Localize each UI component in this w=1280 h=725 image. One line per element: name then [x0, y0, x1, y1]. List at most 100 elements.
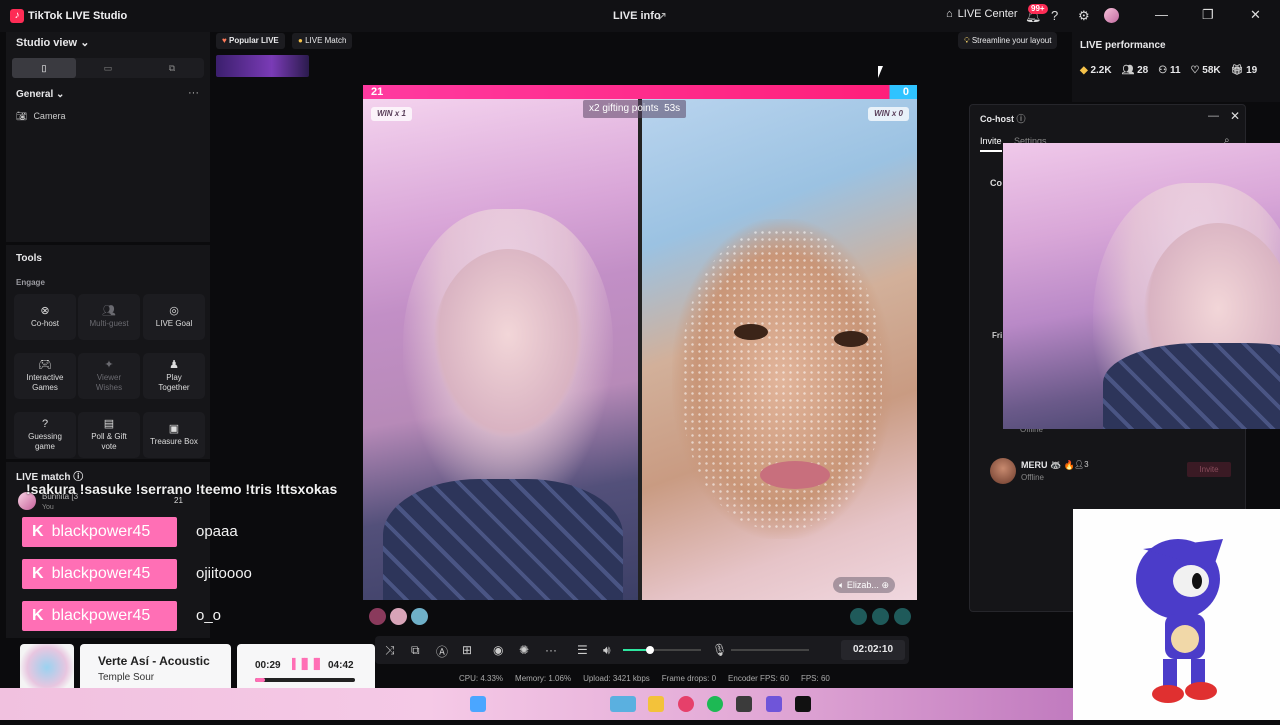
chevron-down-icon: ⌄	[80, 37, 90, 49]
mouse-cursor-icon	[878, 66, 888, 78]
gift-timer: 53s	[664, 103, 681, 114]
windows-start-icon[interactable]	[470, 696, 486, 712]
tool-poll[interactable]: ▤ Poll & Gift vote	[78, 412, 140, 458]
new-followers-icon: ⚇	[1158, 65, 1170, 76]
guest-slot-icon[interactable]	[850, 608, 867, 625]
perf-stat: ◆ 2.2K	[1080, 65, 1112, 76]
more-options-icon[interactable]: ···	[188, 87, 199, 99]
tiktok-taskbar-icon[interactable]	[795, 696, 811, 712]
tool-games[interactable]: 🎮︎ Interactive Games	[14, 353, 76, 399]
opponent-win-badge: WIN x 0	[868, 107, 909, 121]
tool-co-host[interactable]: ⊗ Co-host	[14, 294, 76, 340]
tool-multi-guest[interactable]: 👥︎ Multi-guest	[78, 294, 140, 340]
close-icon[interactable]: ✕	[1230, 109, 1240, 123]
friend-count-value: 3	[1084, 460, 1089, 469]
studio-view-dropdown[interactable]: Studio view ⌄	[16, 36, 89, 49]
promo-banner[interactable]	[216, 55, 309, 77]
tab-invite[interactable]: Invite	[980, 136, 1002, 152]
volume-knob[interactable]	[646, 646, 655, 654]
gift-pill-label: x2 gifting points	[589, 103, 659, 114]
sliders-icon[interactable]: ☰	[577, 643, 588, 657]
user-avatar[interactable]	[1104, 8, 1119, 23]
info-icon[interactable]: ⓘ	[1017, 114, 1026, 124]
tool-play-together[interactable]: ♟ Play Together	[143, 353, 205, 399]
co-host-icon: ⊗	[40, 304, 50, 317]
layout-tip[interactable]: 💡︎ Streamline your layout	[958, 32, 1058, 49]
minimize-icon[interactable]: —	[1155, 7, 1168, 22]
view-toggle: ▯ ▭ ⧉	[12, 58, 204, 78]
tool-live-goal[interactable]: ◎ LIVE Goal	[143, 294, 205, 340]
cpu-stat: CPU: 4.33%	[459, 674, 504, 683]
guest-slot-icon[interactable]	[894, 608, 911, 625]
perf-value: 11	[1169, 65, 1181, 76]
studio-view-panel: Studio view ⌄ ▯ ▭ ⧉ General ⌄ ··· 📷︎ Came…	[6, 32, 210, 242]
gear-icon[interactable]: ⚙	[1078, 8, 1090, 24]
friend-name: MERU 🦝 🔥	[1021, 460, 1075, 470]
diamond-icon: ◆	[1080, 65, 1091, 76]
opponent-name-tag[interactable]: 🔈︎ Elizab... ⊕	[833, 577, 895, 593]
general-label: General	[16, 89, 54, 100]
minimize-icon[interactable]: —	[1208, 110, 1219, 122]
kick-logo-icon: K	[32, 607, 44, 624]
spotify-icon[interactable]	[707, 696, 723, 712]
host-win-badge: WIN x 1	[371, 107, 412, 121]
windows-taskbar	[0, 688, 1073, 720]
chevron-down-icon: ⌄	[56, 89, 65, 100]
friends-section-label: Fri	[992, 331, 1003, 340]
perf-value: 58K	[1202, 65, 1221, 76]
guest-slot-icon[interactable]	[872, 608, 889, 625]
screen-capture-icon[interactable]: ⧉	[411, 643, 420, 658]
effects-icon[interactable]: ✺	[519, 643, 529, 657]
multi-guest-icon: 👥︎	[102, 304, 116, 317]
chat-username: blackpower45	[51, 523, 151, 540]
performance-title: LIVE performance	[1080, 40, 1166, 51]
tool-guessing[interactable]: ? Guessing game	[14, 412, 76, 458]
app-icon[interactable]	[766, 696, 782, 712]
app-title: TikTok LIVE Studio	[28, 10, 128, 22]
volume-icon[interactable]: 🔊︎	[603, 643, 611, 658]
gift-icon: 🎁︎	[1230, 65, 1247, 76]
tool-treasure[interactable]: ▣ Treasure Box	[143, 412, 205, 458]
track-progress-fill	[255, 678, 265, 682]
command-overlay-text: !sakura !sasuke !serrano !teemo !tris !t…	[26, 481, 338, 497]
sonic-sprite-icon	[1136, 539, 1223, 703]
live-info-button[interactable]: LIVE info	[613, 10, 661, 22]
share-icon[interactable]: ↗	[657, 9, 667, 23]
tab-live-match[interactable]: ● LIVE Match	[292, 33, 353, 49]
transition-icon[interactable]: ⤨	[385, 643, 395, 658]
close-icon[interactable]: ✕	[1250, 7, 1261, 23]
ai-icon[interactable]: Ⓐ	[436, 643, 448, 660]
camera-source[interactable]: 📷︎ Camera	[16, 111, 65, 122]
viewers-icon: 👥︎	[1121, 65, 1138, 76]
file-explorer-icon[interactable]	[648, 696, 664, 712]
add-source-icon[interactable]: ⊞	[462, 643, 472, 657]
live-center-button[interactable]: ⌂ LIVE Center	[946, 8, 1018, 20]
track-title: Verte Así - Acoustic	[98, 654, 210, 668]
tool-wishes[interactable]: ✦ Viewer Wishes	[78, 353, 140, 399]
co-host-title-label: Co-host	[980, 114, 1014, 124]
help-icon[interactable]: ?	[1051, 8, 1058, 23]
restore-icon[interactable]: ❐	[1202, 7, 1214, 23]
tool-label: Wishes	[95, 382, 123, 392]
landscape-view-icon[interactable]: ▭	[76, 58, 140, 78]
frame-drops-stat: Frame drops: 0	[661, 674, 717, 683]
live-performance-panel: LIVE performance ◆ 2.2K 👥︎ 28 ⚇ 11 ♡ 58K 🎁︎ …	[1072, 32, 1280, 102]
tab-popular-live[interactable]: ♥ Popular LIVE	[216, 33, 285, 49]
app-icon[interactable]	[736, 696, 752, 712]
mic-slider[interactable]	[731, 649, 809, 651]
microphone-icon[interactable]: 🎙︎	[712, 643, 727, 657]
more-icon[interactable]: ···	[545, 643, 557, 657]
invite-button[interactable]: Invite	[1187, 462, 1231, 477]
portrait-view-icon[interactable]: ▯	[12, 58, 76, 78]
volume-slider[interactable]	[623, 646, 701, 654]
record-icon[interactable]: ◉	[493, 643, 503, 657]
perf-value: 28	[1137, 65, 1149, 76]
general-scene-dropdown[interactable]: General ⌄	[16, 89, 64, 100]
dual-view-icon[interactable]: ⧉	[140, 58, 204, 78]
widgets-icon[interactable]	[610, 696, 636, 712]
wishes-icon: ✦	[104, 358, 114, 371]
chat-username: blackpower45	[51, 607, 151, 624]
performance-stats: CPU: 4.33% Memory: 1.06% Upload: 3421 kb…	[459, 674, 830, 683]
opera-icon[interactable]	[678, 696, 694, 712]
stream-controls-bar: ⤨ ⧉ Ⓐ ⊞ ◉ ✺ ··· ☰ 🔊︎ 🎙︎ 02:02:10	[375, 636, 909, 664]
